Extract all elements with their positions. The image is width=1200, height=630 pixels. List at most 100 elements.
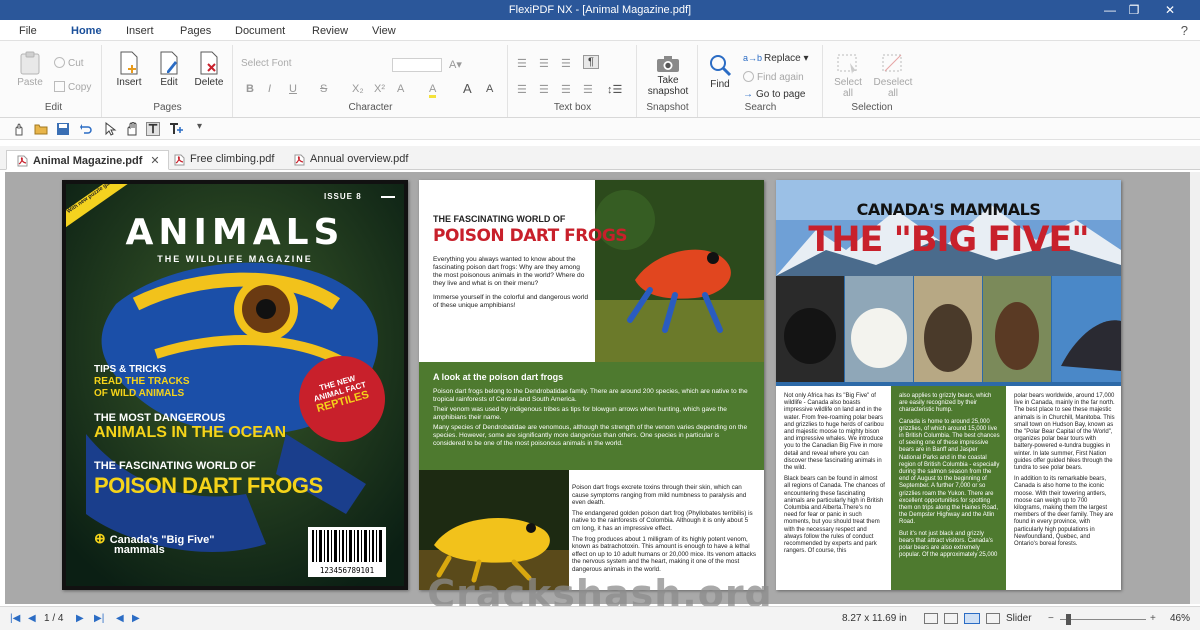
align-justify-icon[interactable]: ☰ bbox=[517, 83, 527, 96]
next-page-icon[interactable]: ▶ bbox=[76, 613, 84, 624]
pointer-icon[interactable] bbox=[103, 122, 117, 136]
tab-document[interactable]: Document bbox=[235, 25, 285, 37]
tab-file[interactable]: File bbox=[19, 25, 37, 37]
help-icon[interactable]: ? bbox=[1181, 23, 1188, 38]
restore-button[interactable]: ❐ bbox=[1116, 0, 1152, 20]
green-info-box: A look at the poison dart frogs Poison d… bbox=[419, 362, 764, 470]
issue-number: ISSUE 8 bbox=[324, 192, 362, 201]
close-window-button[interactable]: ✕ bbox=[1152, 0, 1188, 20]
page-big-five: CANADA'S MAMMALS THE "BIG FIVE" Not only… bbox=[776, 180, 1121, 590]
open-folder-icon[interactable] bbox=[34, 122, 48, 136]
shrink-font-button[interactable]: A bbox=[486, 83, 493, 95]
cut-button[interactable]: Cut bbox=[54, 57, 84, 69]
align-center-2-icon[interactable]: ☰ bbox=[539, 83, 549, 96]
take-snapshot-button[interactable]: Take snapshot bbox=[640, 55, 696, 97]
zoom-out-icon[interactable]: − bbox=[1048, 613, 1054, 624]
align-right-2-icon[interactable]: ☰ bbox=[561, 83, 571, 96]
font-size-select[interactable] bbox=[392, 58, 442, 72]
page-indicator[interactable]: 1 / 4 bbox=[44, 613, 63, 624]
deselect-all-icon bbox=[882, 54, 902, 72]
forward-icon[interactable]: ▶ bbox=[132, 613, 140, 624]
magnifier-icon bbox=[710, 55, 732, 77]
doc-tab-annual-overview[interactable]: Annual overview.pdf bbox=[284, 150, 416, 170]
italic-button[interactable]: I bbox=[268, 83, 271, 95]
zoom-level: 46% bbox=[1170, 613, 1191, 624]
pan-hand-icon[interactable] bbox=[125, 122, 139, 136]
doc-tab-animal-magazine[interactable]: Animal Magazine.pdf ✕ bbox=[6, 150, 169, 170]
body-paragraph-3: The frog produces about 1 milligram of i… bbox=[572, 535, 756, 573]
article-intro: Everything you always wanted to know abo… bbox=[433, 256, 589, 310]
group-label-textbox: Text box bbox=[553, 102, 592, 113]
slider-label: Slider bbox=[1006, 613, 1032, 624]
go-to-arrow-icon: → bbox=[743, 89, 753, 100]
cover-tips-heading: TIPS & TRICKS bbox=[94, 364, 167, 375]
font-color-button[interactable]: A bbox=[397, 83, 404, 95]
subscript-button[interactable]: X₂ bbox=[352, 83, 364, 95]
find-button[interactable]: Find bbox=[703, 53, 737, 90]
underline-button[interactable]: U bbox=[289, 83, 297, 95]
show-formatting-button[interactable]: ¶ bbox=[583, 55, 599, 69]
go-to-page-button[interactable]: → Go to page bbox=[743, 89, 805, 100]
grow-font-button[interactable]: A bbox=[463, 81, 472, 96]
tab-view[interactable]: View bbox=[372, 25, 396, 37]
close-tab-icon[interactable]: ✕ bbox=[150, 155, 159, 167]
strikethrough-button[interactable]: S bbox=[320, 83, 327, 95]
deselect-all-button[interactable]: Deselect all bbox=[870, 53, 916, 99]
vertical-scrollbar[interactable] bbox=[1190, 172, 1200, 604]
find-again-button[interactable]: Find again bbox=[743, 71, 804, 83]
replace-button[interactable]: a→b Replace ▾ bbox=[743, 53, 809, 64]
tab-home[interactable]: Home bbox=[69, 25, 104, 42]
insert-page-button[interactable]: Insert bbox=[111, 51, 147, 88]
paste-button[interactable]: Paste bbox=[12, 51, 48, 88]
article-columns: Not only Africa has its "Big Five" of wi… bbox=[776, 386, 1121, 590]
align-right-icon[interactable]: ☰ bbox=[561, 57, 571, 70]
add-text-icon[interactable] bbox=[169, 122, 183, 136]
back-icon[interactable]: ◀ bbox=[116, 613, 124, 624]
tab-pages[interactable]: Pages bbox=[180, 25, 211, 37]
copy-button[interactable]: Copy bbox=[54, 81, 91, 93]
undo-icon[interactable] bbox=[79, 122, 93, 136]
select-all-button[interactable]: Select all bbox=[828, 53, 868, 99]
copy-icon bbox=[54, 81, 65, 92]
line-spacing-icon[interactable]: ↕☰ bbox=[607, 83, 622, 96]
zoom-in-icon[interactable]: + bbox=[1150, 613, 1156, 624]
text-color-button[interactable]: A▾ bbox=[449, 58, 462, 71]
group-label-pages: Pages bbox=[153, 102, 182, 113]
group-textbox: ☰ ☰ ☰ ¶ ☰ ☰ ☰ ☰ ↕☰ Text box bbox=[509, 45, 637, 117]
highlight-button[interactable]: A bbox=[429, 83, 437, 98]
superscript-button[interactable]: X² bbox=[374, 83, 385, 95]
intro-paragraph-1: Everything you always wanted to know abo… bbox=[433, 256, 585, 287]
document-viewer[interactable]: With new puzzle game ISSUE 8 ANIMALS THE… bbox=[5, 172, 1190, 604]
facing-view-icon[interactable] bbox=[964, 613, 980, 624]
previous-page-icon[interactable]: ◀ bbox=[28, 613, 36, 624]
doc-tab-free-climbing[interactable]: Free climbing.pdf bbox=[164, 150, 282, 170]
article-body: Poison dart frogs excrete toxins through… bbox=[572, 484, 757, 577]
delete-page-button[interactable]: Delete bbox=[189, 51, 229, 88]
hand-icon[interactable] bbox=[12, 122, 26, 136]
tab-insert[interactable]: Insert bbox=[126, 25, 154, 37]
customize-toolbar-icon[interactable]: ▾ bbox=[197, 121, 202, 132]
red-frog-image bbox=[595, 180, 764, 362]
first-page-icon[interactable]: |◀ bbox=[10, 613, 20, 624]
cover-dangerous-line2: ANIMALS IN THE OCEAN bbox=[94, 424, 286, 441]
align-left-icon[interactable]: ☰ bbox=[517, 57, 527, 70]
zoom-slider-thumb[interactable] bbox=[1066, 614, 1071, 625]
text-tool-icon[interactable] bbox=[146, 122, 160, 136]
font-select[interactable]: Select Font bbox=[238, 58, 378, 72]
zoom-slider-track[interactable] bbox=[1060, 619, 1146, 620]
group-label-edit: Edit bbox=[44, 102, 63, 113]
group-pages: Insert Edit Delete Pages bbox=[103, 45, 233, 117]
replace-icon: a→b bbox=[743, 53, 763, 63]
save-icon[interactable] bbox=[56, 122, 70, 136]
last-page-icon[interactable]: ▶| bbox=[94, 613, 104, 624]
align-center-icon[interactable]: ☰ bbox=[539, 57, 549, 70]
edit-page-button[interactable]: Edit bbox=[151, 51, 187, 88]
cover-tips-line2: OF WILD ANIMALS bbox=[94, 388, 185, 399]
bold-button[interactable]: B bbox=[246, 83, 254, 95]
bullet-list-icon[interactable]: ☰ bbox=[583, 83, 593, 96]
continuous-view-icon[interactable] bbox=[944, 613, 958, 624]
grid-view-icon[interactable] bbox=[986, 613, 1000, 624]
tab-review[interactable]: Review bbox=[312, 25, 348, 37]
single-page-view-icon[interactable] bbox=[924, 613, 938, 624]
column2-paragraph-1: also applies to grizzly bears, which are… bbox=[899, 393, 992, 414]
